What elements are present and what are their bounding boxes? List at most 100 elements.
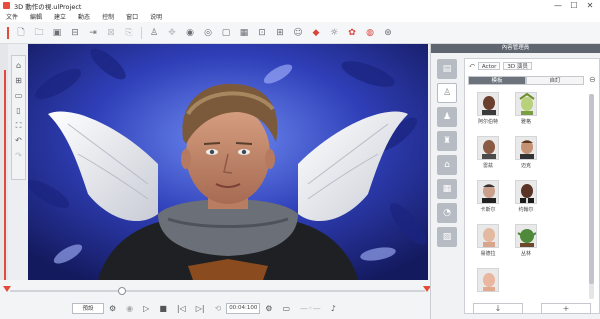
open-folder-icon[interactable]: 🗀 xyxy=(32,26,46,40)
stop-button[interactable]: ■ xyxy=(159,304,167,313)
character-thumbnail xyxy=(477,92,499,116)
character-name: 卡斯尔 xyxy=(480,207,496,213)
character-item[interactable]: 约翰尔 xyxy=(511,180,541,220)
menu-bar: 文件 編輯 建立 動态 控制 窗口 说明 xyxy=(0,11,600,22)
tab-animation[interactable]: ♟ xyxy=(437,107,457,127)
character-name: 阿尔伯特 xyxy=(477,119,498,125)
minimize-button[interactable]: — xyxy=(550,0,566,11)
record-button[interactable]: ◉ xyxy=(126,304,133,313)
menu-help[interactable]: 说明 xyxy=(144,12,168,21)
volume-icon[interactable]: ♪ xyxy=(331,304,336,313)
character-name: 雷兹 xyxy=(482,163,493,169)
tab-template[interactable]: 模板 xyxy=(468,76,526,85)
prev-frame-button[interactable]: |◁ xyxy=(177,304,186,313)
character-thumbnail xyxy=(515,136,537,160)
3d-viewport[interactable] xyxy=(28,44,428,280)
menu-animation[interactable]: 動态 xyxy=(72,12,96,21)
character-name: 易德拉 xyxy=(480,251,496,257)
actor-icon[interactable]: ♙ xyxy=(147,26,161,40)
home-icon[interactable]: ⌂ xyxy=(13,59,24,72)
character-name: 雅格 xyxy=(520,119,531,125)
look-icon[interactable]: ◎ xyxy=(201,26,215,40)
character-item[interactable]: 丛林 xyxy=(511,224,541,264)
tab-camera[interactable]: ◔ xyxy=(437,203,457,223)
time-display[interactable]: 00:04:100 xyxy=(226,302,261,314)
tab-project[interactable]: ▤ xyxy=(437,59,457,79)
menu-edit[interactable]: 編輯 xyxy=(24,12,48,21)
export-icon[interactable]: ⊟ xyxy=(68,26,82,40)
undo-icon[interactable]: ↶ xyxy=(13,134,24,147)
mask-icon[interactable]: ◍ xyxy=(363,26,377,40)
loop-button[interactable]: ⟲ xyxy=(215,304,222,313)
breadcrumb-sub[interactable]: 3D 演员 xyxy=(503,62,532,70)
playback-controls: 預設 ⚙ ◉ ▷ ■ |◁ ▷| ⟲ 00:04:100 ⚙ ▭ —◦— ♪ xyxy=(0,300,430,316)
character-item[interactable]: 迈克 xyxy=(511,136,541,176)
import-icon[interactable]: ⇥ xyxy=(86,26,100,40)
window-title: 3D 動作の視.ulProject xyxy=(14,2,82,11)
add-button[interactable]: + xyxy=(541,302,591,314)
tab-motion[interactable]: ♜ xyxy=(437,131,457,151)
library-actions: ↓ + xyxy=(464,300,600,316)
next-frame-button[interactable]: ▷| xyxy=(196,304,205,313)
tab-light[interactable]: ▨ xyxy=(437,227,457,247)
save-icon[interactable]: ▣ xyxy=(50,26,64,40)
viewport-tools: ⌂ ⊞ ▭ ▯ ⛶ ↶ ↷ xyxy=(11,55,26,180)
breadcrumb: ⤺ Actor 3D 演员 xyxy=(465,59,599,73)
menu-window[interactable]: 窗口 xyxy=(120,12,144,21)
tab-stage[interactable]: ▦ xyxy=(437,179,457,199)
character-name: 约翰尔 xyxy=(518,207,534,213)
bg-icon[interactable]: ⊛ xyxy=(381,26,395,40)
character-item[interactable]: 阿尔伯特 xyxy=(473,92,503,132)
fit-icon[interactable]: ⊞ xyxy=(13,74,24,87)
volume-slider[interactable]: —◦— xyxy=(300,304,321,313)
character-thumbnail xyxy=(515,180,537,204)
move-icon[interactable]: ✥ xyxy=(165,26,179,40)
character-item[interactable]: 易德拉 xyxy=(473,224,503,264)
frame-icon[interactable]: ▭ xyxy=(13,89,24,102)
timeline-playhead[interactable] xyxy=(118,287,127,295)
menu-file[interactable]: 文件 xyxy=(0,12,24,21)
record-icon[interactable]: ◆ xyxy=(309,26,323,40)
scene-render xyxy=(28,44,428,280)
character-item[interactable]: 雅格 xyxy=(511,92,541,132)
library-options-icon[interactable]: ⊖ xyxy=(589,75,596,84)
effects-icon[interactable]: ✿ xyxy=(345,26,359,40)
tab-prop[interactable]: ⌂ xyxy=(437,155,457,175)
morph-icon[interactable]: ☺ xyxy=(291,26,305,40)
mode-button[interactable]: 預設 xyxy=(72,302,104,314)
capture-icon[interactable]: ⊡ xyxy=(255,26,269,40)
timeline-track[interactable] xyxy=(10,290,425,292)
tab-actor[interactable]: ♙ xyxy=(437,83,457,103)
back-icon[interactable]: ⤺ xyxy=(469,63,475,70)
download-button[interactable]: ↓ xyxy=(473,302,523,314)
new-file-icon[interactable]: 🗋 xyxy=(14,26,28,40)
settings-icon[interactable]: ⚙ xyxy=(109,304,116,313)
play-button[interactable]: ▷ xyxy=(143,304,149,313)
library-scrollbar[interactable] xyxy=(589,94,594,299)
fullscreen-icon[interactable]: ⛶ xyxy=(13,119,24,132)
aspect-icon[interactable]: ▯ xyxy=(13,104,24,117)
timeline-bar: 預設 ⚙ ◉ ▷ ■ |◁ ▷| ⟲ 00:04:100 ⚙ ▭ —◦— ♪ xyxy=(0,280,431,319)
redo-icon[interactable]: ↷ xyxy=(13,149,24,162)
close-button[interactable]: ✕ xyxy=(582,0,598,11)
menu-create[interactable]: 建立 xyxy=(48,12,72,21)
character-item[interactable]: 雷兹 xyxy=(473,136,503,176)
cut-icon[interactable]: ⊠ xyxy=(104,26,118,40)
camera-mode-icon[interactable]: ▭ xyxy=(282,304,290,313)
maximize-button[interactable]: ☐ xyxy=(566,0,582,11)
camera-icon[interactable]: ▢ xyxy=(219,26,233,40)
motion-icon[interactable]: ⊞ xyxy=(273,26,287,40)
character-thumbnail xyxy=(515,92,537,116)
menu-control[interactable]: 控制 xyxy=(96,12,120,21)
tab-custom[interactable]: 自訂 xyxy=(526,76,584,85)
content-manager-panel: 內容管理員 ▤ ♙ ♟ ♜ ⌂ ▦ ◔ ▨ ⤺ Actor 3D 演员 模板 自… xyxy=(430,44,600,319)
breadcrumb-root[interactable]: Actor xyxy=(477,62,501,70)
copy-icon[interactable]: ⎘ xyxy=(122,26,136,40)
time-settings-icon[interactable]: ⚙ xyxy=(265,304,272,313)
eye-icon[interactable]: ◉ xyxy=(183,26,197,40)
character-item[interactable]: 卡斯尔 xyxy=(473,180,503,220)
scrollbar-thumb[interactable] xyxy=(589,94,594,284)
checker-icon[interactable]: ▦ xyxy=(237,26,251,40)
light-icon[interactable]: ☼ xyxy=(327,26,341,40)
toolbar-divider xyxy=(141,26,142,39)
